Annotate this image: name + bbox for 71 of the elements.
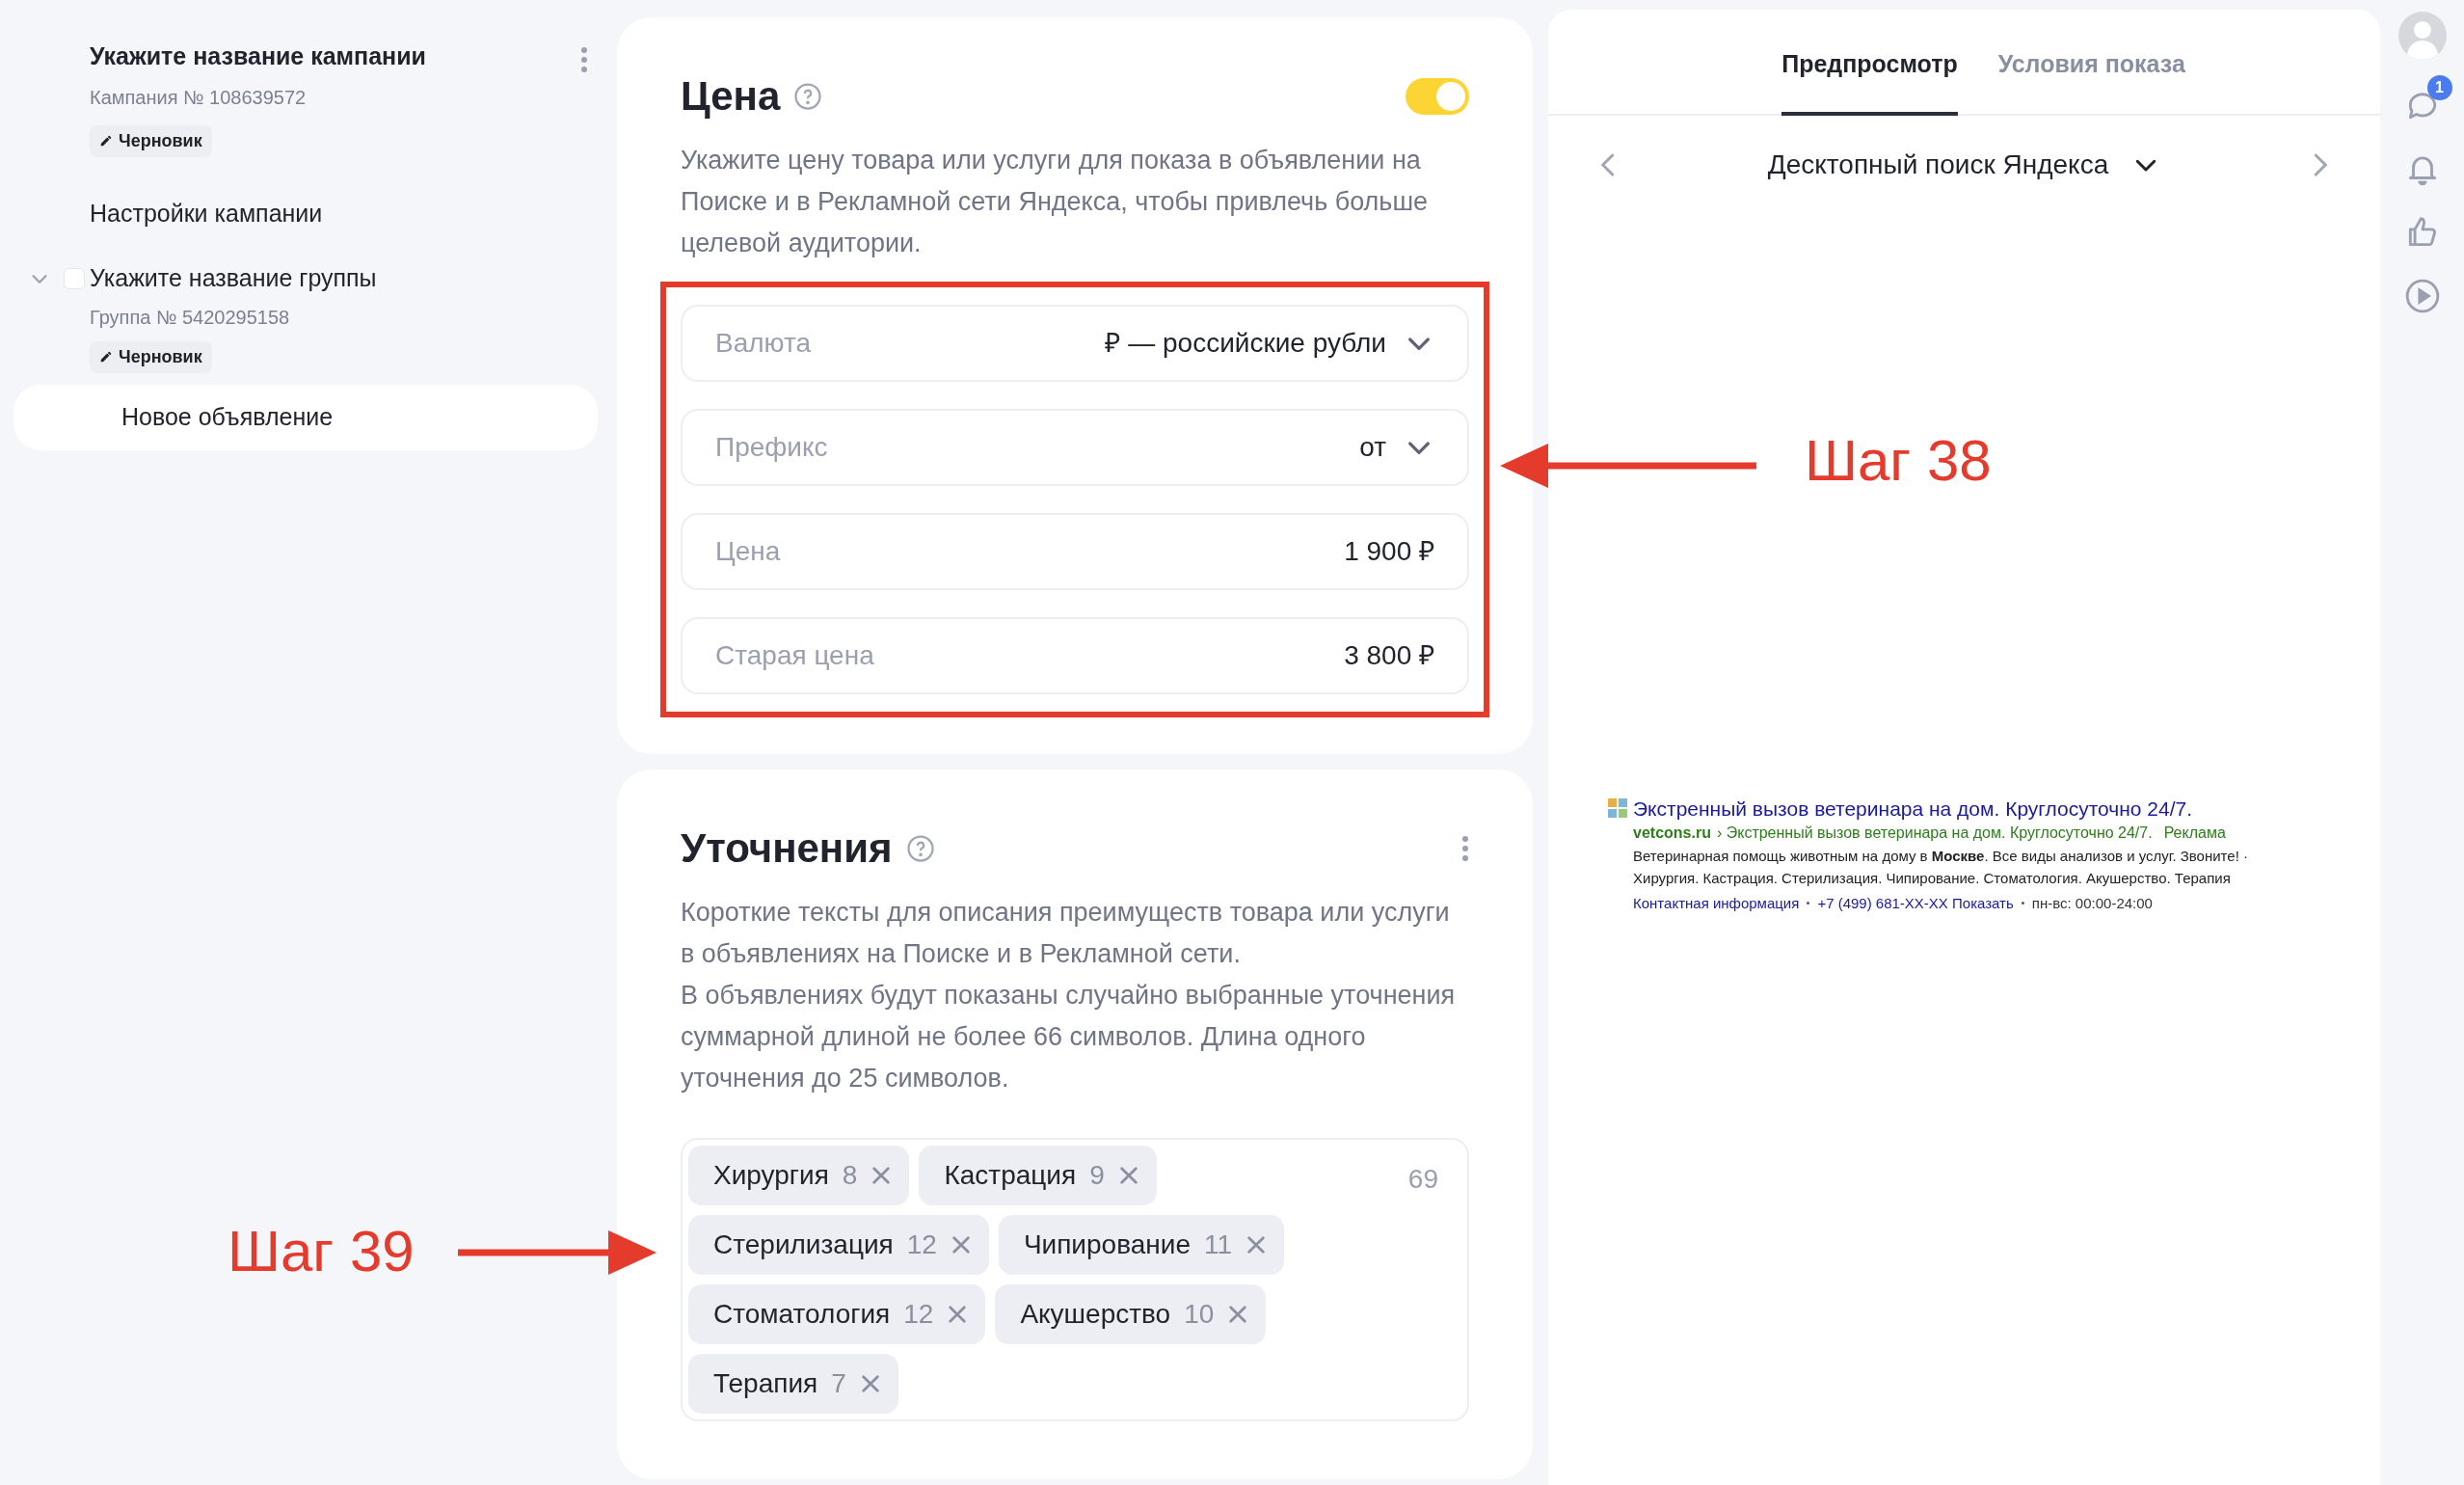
- input-field[interactable]: Цена 1 900 ₽: [681, 513, 1469, 590]
- campaign-number: Кампания № 108639572: [90, 85, 308, 110]
- refinement-tag[interactable]: Кастрация 9: [919, 1146, 1157, 1205]
- refinement-tag[interactable]: Акушерство 10: [995, 1284, 1267, 1344]
- notification-badge: 1: [2426, 75, 2452, 100]
- working-hours: пн-вс: 00:00-24:00: [2031, 893, 2153, 913]
- price-title: Цена: [681, 72, 781, 121]
- tag-label: Чипирование: [1023, 1228, 1191, 1261]
- more-icon[interactable]: [580, 46, 588, 73]
- ad-path: › Экстренный вызов ветеринара на дом. Круглосуточно 24/7.: [1716, 823, 2153, 843]
- group-checkbox[interactable]: [64, 268, 85, 289]
- group-title[interactable]: Укажите название группы: [90, 260, 377, 297]
- more-icon[interactable]: [1461, 834, 1469, 862]
- close-icon[interactable]: [870, 1165, 893, 1186]
- close-icon[interactable]: [947, 1304, 969, 1325]
- avatar-icon[interactable]: [2397, 12, 2447, 60]
- status-badge: Черновик: [90, 124, 212, 157]
- select-field[interactable]: Префикс от: [681, 409, 1469, 486]
- tag-label: Стерилизация: [713, 1228, 894, 1261]
- tag-label: Акушерство: [1020, 1298, 1171, 1331]
- tag-count: 11: [1203, 1228, 1233, 1261]
- tag-count: 8: [842, 1159, 858, 1192]
- tag-count: 10: [1184, 1298, 1215, 1331]
- contact-link[interactable]: Контактная информация: [1633, 892, 1800, 914]
- tag-count: 12: [906, 1228, 937, 1261]
- campaign-settings-link[interactable]: Настройки кампании: [90, 195, 598, 231]
- help-icon[interactable]: [905, 833, 935, 863]
- price-toggle[interactable]: [1406, 77, 1469, 115]
- group-number: Группа № 5420295158: [90, 305, 291, 330]
- status-badge: Черновик: [90, 340, 212, 373]
- tag-label: Стоматология: [713, 1298, 891, 1331]
- refinements-title: Уточнения: [681, 824, 893, 873]
- pencil-icon: [99, 350, 113, 364]
- play-icon[interactable]: [2403, 278, 2441, 314]
- refinement-tag[interactable]: Хирургия 8: [688, 1146, 910, 1205]
- refinements-field[interactable]: Хирургия 8 Кастрация 9 Стерилизация 12 Чипирование 11 Стоматология 12 Акушерство 10 Терапия 7 69: [681, 1138, 1469, 1421]
- close-icon[interactable]: [1227, 1304, 1249, 1325]
- tag-count: 7: [831, 1367, 846, 1400]
- pencil-icon: [99, 134, 113, 148]
- campaign-title[interactable]: Укажите название кампании: [90, 39, 426, 75]
- help-icon[interactable]: [793, 81, 823, 111]
- refinement-tag[interactable]: Стоматология 12: [688, 1284, 986, 1344]
- close-icon[interactable]: [859, 1373, 881, 1394]
- tag-count: 9: [1089, 1159, 1105, 1192]
- remaining-count: 69: [1407, 1163, 1439, 1196]
- tag-count: 12: [903, 1298, 934, 1331]
- ad-title-link[interactable]: Экстренный вызов ветеринара на дом. Круглосуточно 24/7.: [1633, 796, 2298, 822]
- select-field[interactable]: Валюта ₽ — российские рубли: [681, 305, 1469, 382]
- input-field[interactable]: Старая цена 3 800 ₽: [681, 617, 1469, 694]
- tag-label: Терапия: [713, 1367, 818, 1400]
- ad-text: Ветеринарная помощь животным на дому в Москве. Все виды анализов и услуг. Звоните! · Хирургия. Кастрация. Стерилизация. Чипирование. Стоматология. Акушерство. Терапия: [1633, 846, 2249, 888]
- ad-item[interactable]: Новое объявление: [13, 384, 598, 450]
- close-icon[interactable]: [1117, 1165, 1139, 1186]
- phone-link[interactable]: +7 (499) 681-XX-XX Показать: [1817, 892, 2014, 914]
- refinement-tag[interactable]: Терапия 7: [688, 1354, 898, 1414]
- ad-label: Реклама: [2163, 823, 2226, 843]
- refinement-tag[interactable]: Стерилизация 12: [688, 1215, 989, 1275]
- close-icon[interactable]: [950, 1234, 972, 1256]
- refinements-description: Короткие тексты для описания преимуществ товара или услуги в объявлениях на Поиске и в Рекламной сети.: [681, 897, 1451, 970]
- ad-domain[interactable]: vetcons.ru: [1633, 821, 1711, 845]
- refinements-description: В объявлениях будут показаны случайно выбранные уточнения суммарной длиной не более 66 символов. Длина одного уточнения до 25 символов.: [681, 980, 1457, 1094]
- price-description: Укажите цену товара или услуги для показа в объявлении на Поиске и в Рекламной сети Яндекса, чтобы привлечь больше целевой аудитории.: [681, 145, 1430, 259]
- site-favicon: [1608, 797, 1627, 818]
- platform-select[interactable]: Десктопный поиск Яндекса: [1767, 144, 2161, 185]
- refinement-tag[interactable]: Чипирование 11: [998, 1215, 1285, 1275]
- close-icon[interactable]: [1245, 1234, 1268, 1256]
- tag-label: Хирургия: [713, 1159, 829, 1192]
- tag-label: Кастрация: [944, 1159, 1077, 1192]
- step-annotation: Шаг 38: [1805, 432, 1992, 490]
- step-annotation: Шаг 39: [228, 1223, 415, 1281]
- preview-tab[interactable]: Предпросмотр: [1781, 10, 1958, 116]
